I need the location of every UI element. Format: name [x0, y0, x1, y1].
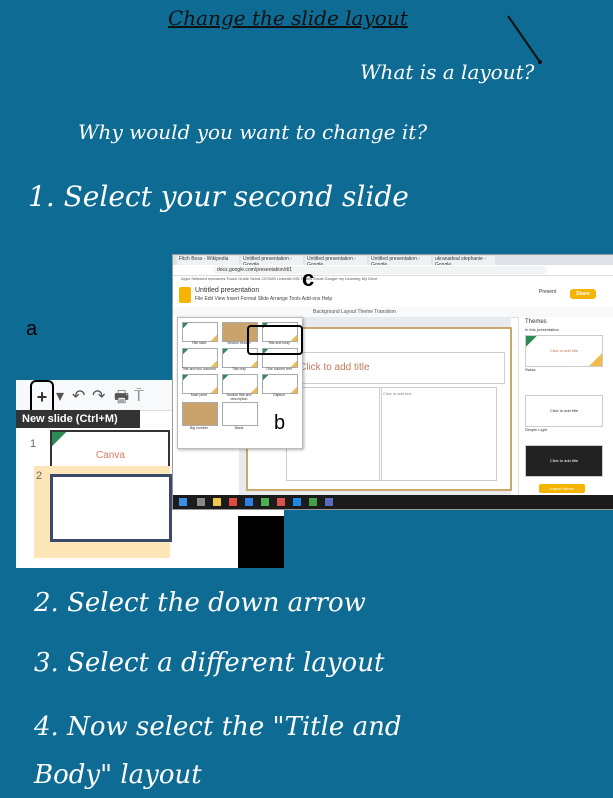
tab[interactable]: Fitch Boss - Wikipedia: [177, 256, 239, 265]
layout-label: Big number: [190, 426, 208, 430]
layout-label: Title and two columns: [182, 367, 216, 371]
app-icon[interactable]: [293, 498, 301, 506]
layout-caption[interactable]: [262, 374, 298, 394]
tab[interactable]: Untitled presentation - Google: [241, 256, 303, 268]
tab[interactable]: Untitled presentation - Google: [369, 256, 431, 268]
windows-taskbar: [173, 495, 613, 509]
slides-screenshot: Fitch Boss - Wikipedia Untitled presenta…: [172, 254, 613, 510]
theme-simple-light[interactable]: Click to add title: [525, 395, 603, 427]
theme-label: Simple Light: [525, 427, 548, 432]
theme-text: Click to add title: [549, 348, 579, 353]
bookmarks-bar: Apps Selected resources Touch Guide Seri…: [181, 276, 378, 281]
layout-section-title-description[interactable]: [222, 374, 258, 394]
step-4-line-2: Body" layout: [34, 760, 202, 790]
chrome-icon[interactable]: [261, 498, 269, 506]
layout-title-slide[interactable]: [182, 322, 218, 342]
slide-thumbnail-2[interactable]: [50, 474, 172, 542]
document-title[interactable]: Untitled presentation: [195, 287, 259, 294]
ruler: [238, 516, 284, 568]
layout-label: Title slide: [191, 341, 207, 345]
app-icon[interactable]: [229, 498, 237, 506]
app-icon[interactable]: [277, 498, 285, 506]
browser-tabs: Fitch Boss - Wikipedia Untitled presenta…: [173, 255, 613, 268]
label-b: b: [274, 412, 286, 434]
layout-highlight-box: [247, 325, 303, 355]
folder-icon[interactable]: [213, 498, 221, 506]
theme-text: Click to add title: [549, 408, 579, 413]
question-what-layout: What is a layout?: [360, 60, 535, 84]
theme-section-label: In this presentation: [525, 327, 559, 332]
import-theme-button[interactable]: Import theme: [539, 484, 585, 493]
theme-text: Click to add title: [549, 458, 579, 463]
url-field[interactable]: docs.google.com/presentation/d/1: [213, 266, 547, 274]
layout-label: One column text: [266, 367, 292, 371]
present-button[interactable]: Present: [539, 289, 556, 295]
share-button[interactable]: Share: [570, 289, 596, 299]
layout-blank[interactable]: [222, 402, 258, 426]
slide-number: 1: [30, 438, 37, 450]
thumb-text: Canva: [96, 450, 125, 461]
print-icon[interactable]: 🖶: [114, 386, 129, 413]
layout-label: Section title and description: [226, 393, 252, 401]
slides-logo-icon[interactable]: [179, 287, 191, 303]
theme-current[interactable]: Click to add title: [525, 335, 603, 367]
body-placeholder-right[interactable]: Click to add text: [379, 387, 497, 481]
label-c: c: [302, 266, 315, 291]
themes-title: Themes: [525, 319, 547, 325]
toolbar-items[interactable]: Background Layout Theme Transition: [313, 309, 396, 315]
layout-two-columns[interactable]: [182, 348, 218, 368]
step-3: 3. Select a different layout: [34, 648, 385, 678]
layout-label: Caption: [272, 393, 286, 397]
app-icon[interactable]: [245, 498, 253, 506]
layout-label: Blank: [234, 426, 244, 430]
menu-bar[interactable]: File Edit View Insert Format Slide Arran…: [195, 296, 332, 302]
label-a: a: [26, 318, 38, 340]
step-2: 2. Select the down arrow: [34, 588, 366, 618]
step-4-line-1: 4. Now select the "Title and: [34, 712, 402, 742]
paint-format-icon[interactable]: ⍑: [134, 386, 144, 406]
layout-big-number[interactable]: [182, 402, 218, 426]
redo-icon[interactable]: ↷: [92, 386, 105, 405]
windows-start-icon[interactable]: [179, 498, 187, 506]
app-icon[interactable]: [309, 498, 317, 506]
tab[interactable]: ukranadeal stephanie - Google: [433, 256, 495, 268]
layout-main-point[interactable]: [182, 374, 218, 394]
app-icon[interactable]: [325, 498, 333, 506]
theme-label: Swiss: [525, 367, 536, 372]
search-icon[interactable]: [197, 498, 205, 506]
tooltip: New slide (Ctrl+M): [16, 410, 140, 428]
slide-number: 2: [36, 470, 43, 482]
tab[interactable]: Untitled presentation - Google: [305, 256, 367, 268]
chevron-down-icon[interactable]: ▾: [56, 386, 64, 405]
title-placeholder[interactable]: Click to add title: [286, 352, 505, 384]
layout-label: Title only: [232, 367, 246, 371]
heading: Change the slide layout: [168, 6, 408, 30]
theme-dark[interactable]: Click to add title: [525, 445, 603, 477]
undo-icon[interactable]: ↶: [72, 386, 85, 405]
question-why-change: Why would you want to change it?: [78, 120, 428, 144]
layout-label: Main point: [190, 393, 208, 397]
step-1: 1. Select your second slide: [28, 180, 409, 213]
